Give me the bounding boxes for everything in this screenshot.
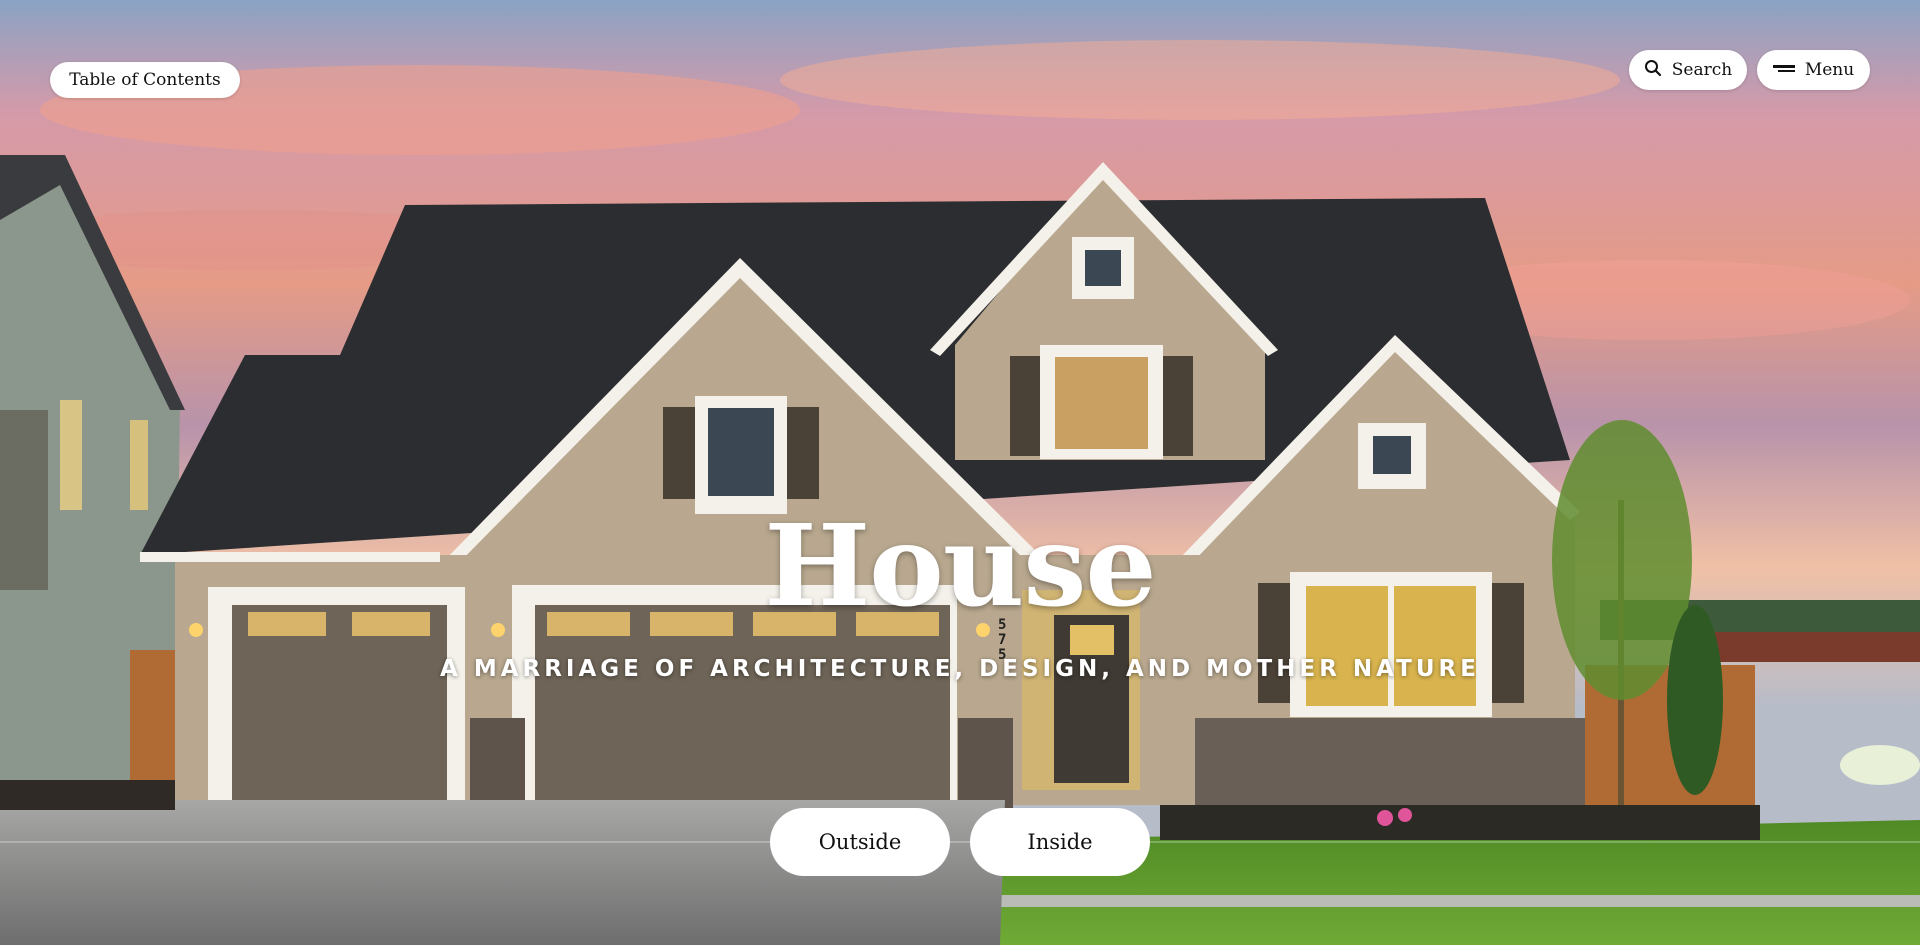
inside-button[interactable]: Inside (970, 808, 1150, 876)
menu-label: Menu (1804, 60, 1855, 80)
menu-button[interactable]: Menu (1757, 50, 1870, 90)
menu-icon (1772, 60, 1795, 80)
outside-button-label: Outside (818, 830, 902, 854)
page-title: House (764, 501, 1156, 632)
search-button[interactable]: Search (1629, 50, 1747, 90)
inside-button-label: Inside (1027, 830, 1093, 854)
search-label: Search (1671, 60, 1733, 80)
table-of-contents-label: Table of Contents (69, 70, 221, 90)
outside-button[interactable]: Outside (770, 808, 950, 876)
table-of-contents-button[interactable]: Table of Contents (50, 62, 240, 98)
search-icon (1644, 59, 1662, 82)
hero-section: 575 (0, 0, 1920, 945)
house-photo (0, 0, 1920, 945)
page-subtitle: A MARRIAGE OF ARCHITECTURE, DESIGN, AND … (440, 656, 1480, 682)
